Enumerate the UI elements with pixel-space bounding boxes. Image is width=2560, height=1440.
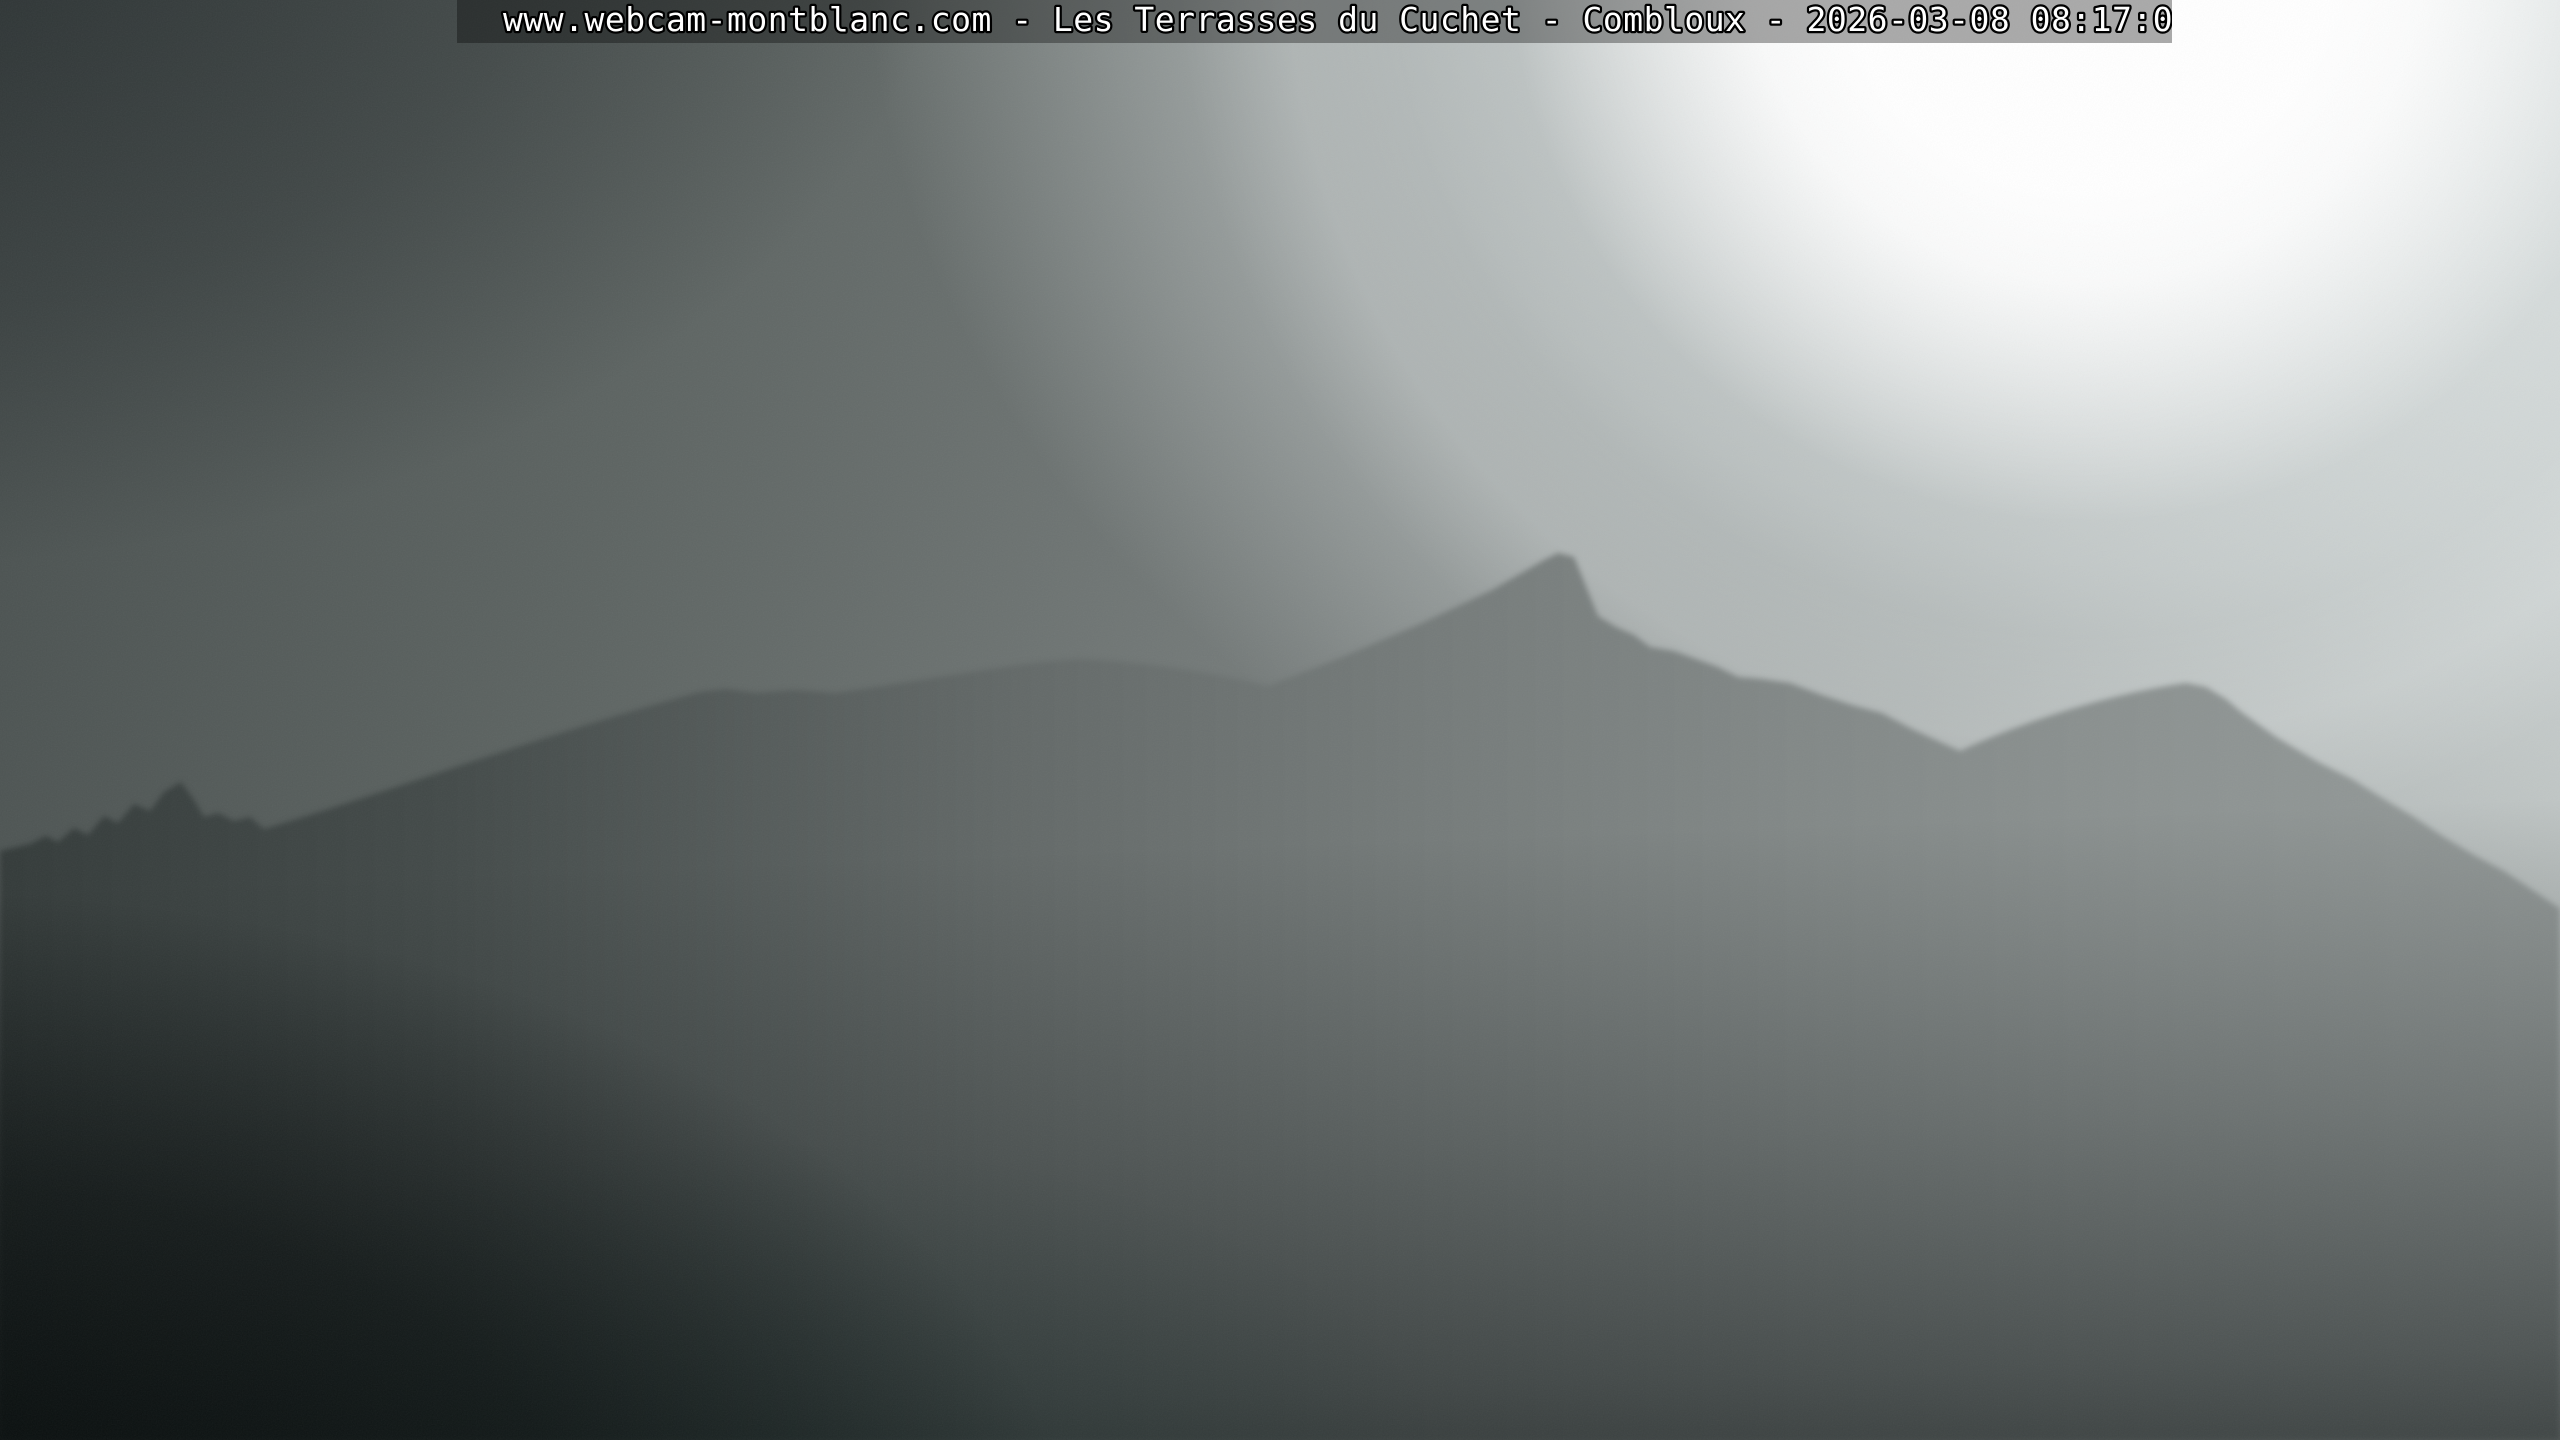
caption-text: www.webcam-montblanc.com - Les Terrasses… <box>503 0 2172 39</box>
webcam-photo: www.webcam-montblanc.com - Les Terrasses… <box>0 0 2560 1440</box>
caption-bar: www.webcam-montblanc.com - Les Terrasses… <box>457 0 2172 43</box>
image-noise <box>0 0 2560 1440</box>
